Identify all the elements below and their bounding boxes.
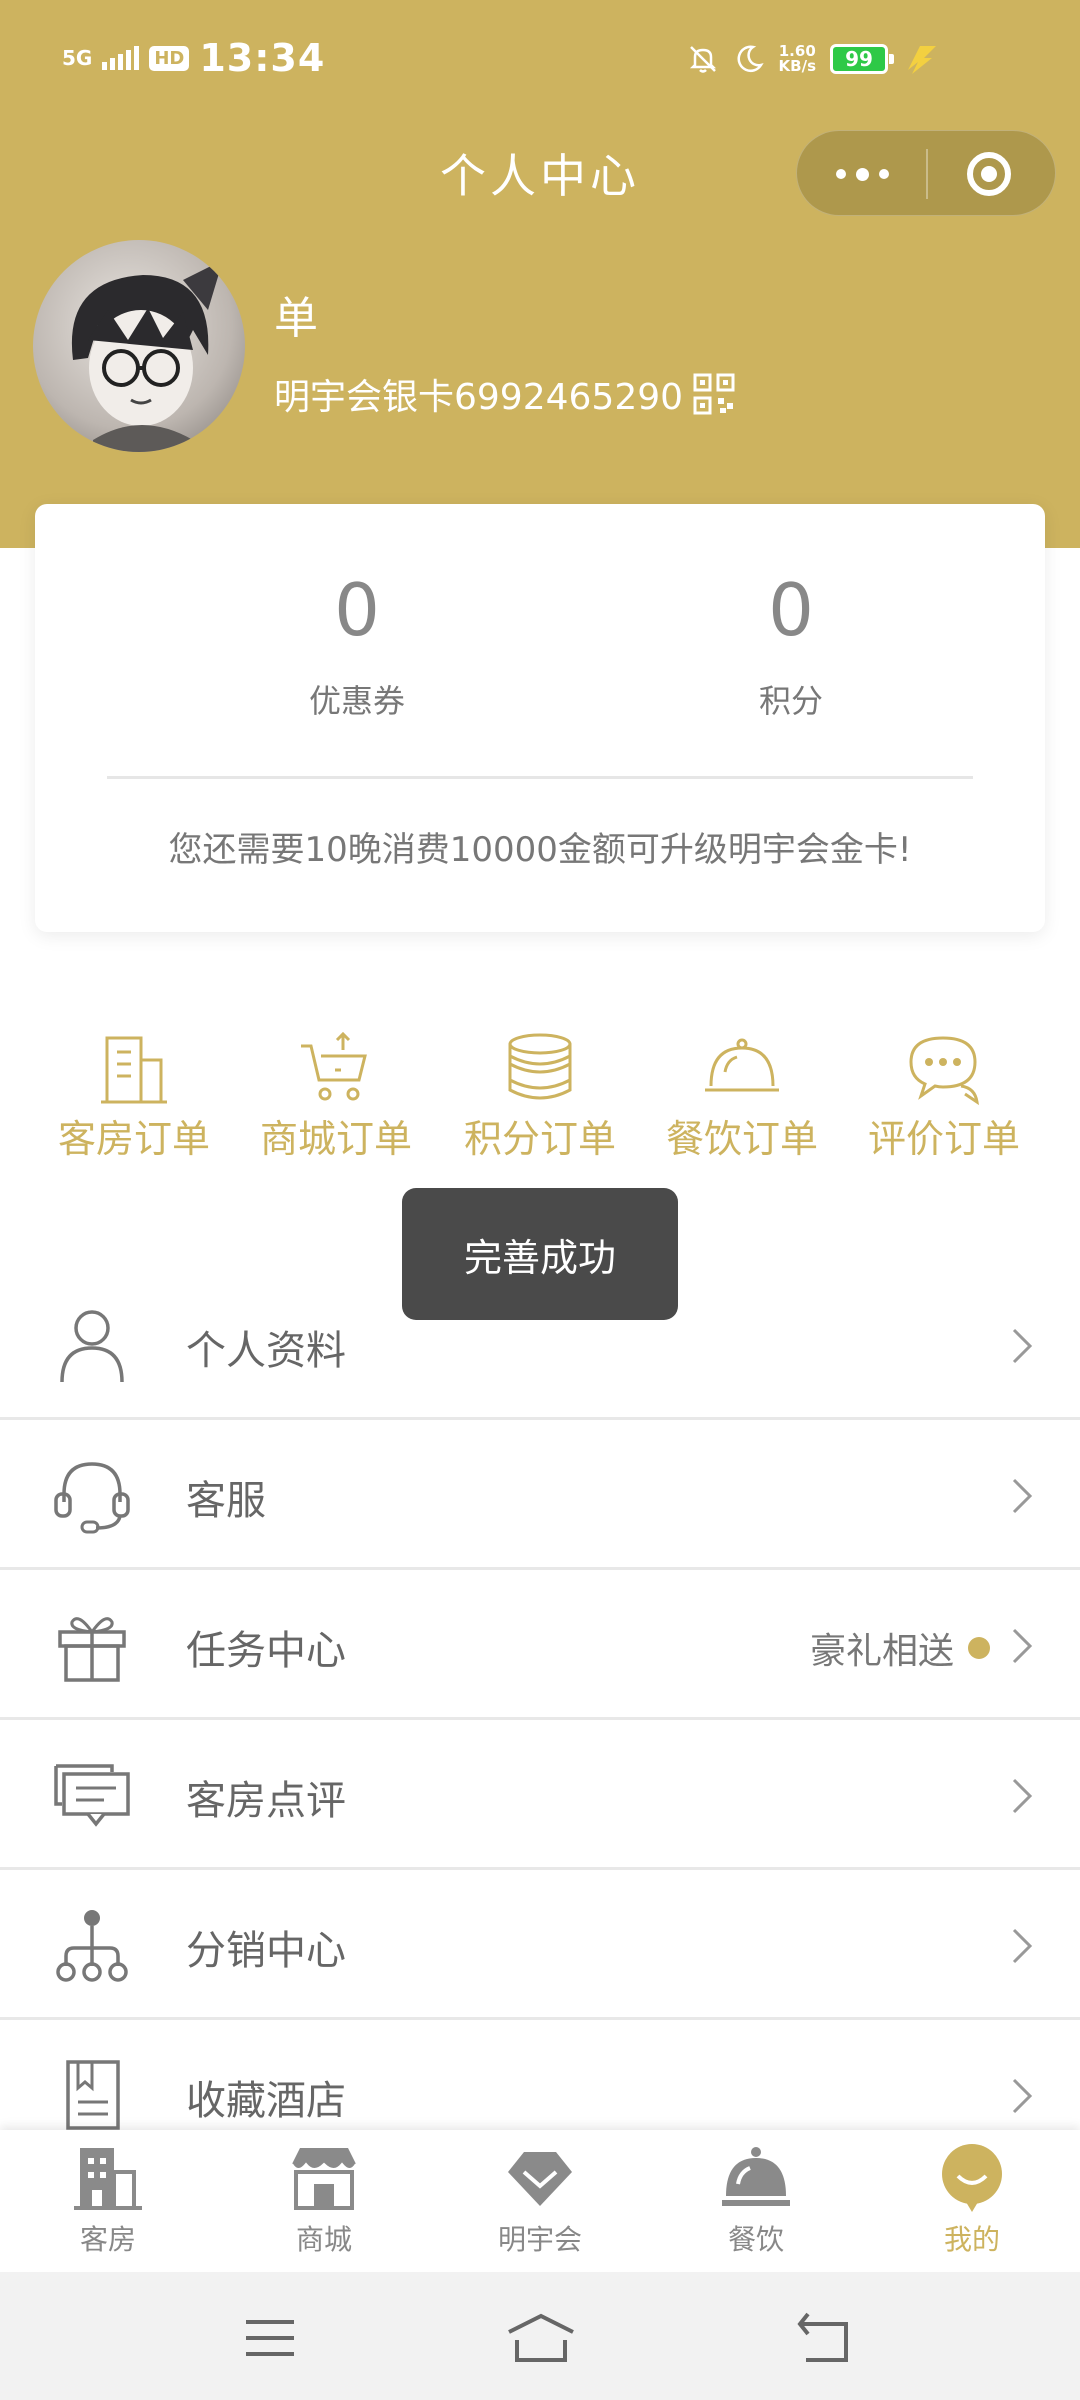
chevron-right-icon: [1012, 1928, 1033, 1964]
chevron-right-icon: [1012, 2078, 1033, 2114]
tab-rooms[interactable]: 客房: [0, 2142, 216, 2258]
cart-icon: [301, 1031, 367, 1101]
menu-label: 分销中心: [186, 1928, 346, 1974]
dining-icon: [722, 2147, 790, 2206]
tab-label: 餐饮: [727, 2223, 784, 2256]
building-icon: [101, 1036, 167, 1104]
stats-divider: [107, 776, 973, 779]
status-time: 13:34: [199, 36, 326, 80]
chevron-right-icon: [1012, 1778, 1033, 1814]
coupons-label: 优惠券: [308, 682, 405, 720]
charging-bolt-icon: [908, 46, 936, 74]
moon-icon: [737, 45, 764, 72]
coupons-stat[interactable]: 0 优惠券: [207, 574, 507, 722]
headset-icon: [54, 1462, 130, 1534]
qr-code-icon[interactable]: [693, 373, 735, 415]
task-promo-text: 豪礼相送: [809, 1631, 954, 1672]
system-navigation-bar: [0, 2272, 1080, 2400]
tab-label: 我的: [943, 2223, 1000, 2256]
menu-label: 个人资料: [186, 1328, 346, 1374]
menu-item-customer-service[interactable]: 客服: [0, 1420, 1080, 1570]
member-card-text: 明宇会银卡6992465290: [274, 377, 684, 418]
battery-icon: 99: [830, 44, 894, 74]
chevron-right-icon: [1012, 1478, 1033, 1514]
network-type: 5G: [62, 46, 93, 70]
bottom-tab-bar: 客房 商城 明宇会 餐饮 我的: [0, 2130, 1080, 2272]
me-icon: [942, 2144, 1002, 2212]
member-card-line[interactable]: 明宇会银卡6992465290: [274, 368, 735, 420]
menu-item-distribution-center[interactable]: 分销中心: [0, 1870, 1080, 2020]
task-promo: 豪礼相送: [810, 1622, 990, 1674]
tab-label: 明宇会: [497, 2223, 582, 2256]
points-count: 0: [768, 568, 814, 652]
menu-label: 客房点评: [186, 1778, 346, 1824]
network-speed: 1.60 KB/s: [779, 44, 816, 74]
coupons-count: 0: [334, 568, 380, 652]
order-label: 餐饮订单: [665, 1117, 818, 1161]
points-stat[interactable]: 0 积分: [641, 574, 941, 722]
toast-message: 完善成功: [402, 1188, 678, 1320]
user-name: 单: [274, 293, 318, 344]
more-menu-button[interactable]: [797, 131, 927, 217]
chevron-right-icon: [1012, 1628, 1033, 1664]
chat-bubble-icon: [909, 1036, 979, 1106]
signal-icon: [102, 46, 140, 70]
tab-mall[interactable]: 商城: [216, 2142, 432, 2258]
status-right: 1.60 KB/s 99: [687, 40, 940, 78]
hd-badge: HD: [149, 45, 190, 71]
person-icon: [60, 1310, 124, 1383]
home-icon[interactable]: [505, 2310, 577, 2366]
menu-label: 收藏酒店: [186, 2078, 346, 2124]
tab-club[interactable]: 明宇会: [432, 2142, 648, 2258]
chevron-right-icon: [1012, 1328, 1033, 1364]
tab-me[interactable]: 我的: [864, 2142, 1080, 2258]
gift-icon: [58, 1617, 126, 1682]
miniprogram-capsule: [796, 130, 1056, 216]
bookmark-book-icon: [66, 2060, 120, 2130]
comments-icon: [54, 1764, 130, 1827]
capsule-divider: [926, 149, 928, 199]
order-label: 客房订单: [57, 1117, 210, 1161]
shop-icon: [291, 2148, 357, 2210]
avatar-illustration: [71, 260, 223, 452]
order-rooms[interactable]: 客房订单: [34, 1030, 234, 1163]
tab-dining[interactable]: 餐饮: [648, 2142, 864, 2258]
upgrade-hint: 您还需要10晚消费10000金额可升级明宇会金卡!: [168, 830, 912, 870]
tab-label: 商城: [295, 2223, 352, 2256]
mute-bell-icon: [689, 46, 716, 73]
points-label: 积分: [758, 682, 823, 720]
speed-unit: KB/s: [778, 57, 816, 75]
page: 5G HD 13:34 1.60 KB/s 99 个人中心 单 明宇会银卡699…: [0, 0, 1080, 2400]
menu-list: 个人资料 客服 任务中心 豪礼相送 客房点评 分销中心 收藏酒店: [0, 1270, 1080, 2170]
order-label: 积分订单: [463, 1117, 616, 1161]
order-label: 评价订单: [867, 1117, 1020, 1161]
close-miniprogram-button[interactable]: [967, 152, 1011, 196]
status-bar: 5G HD 13:34 1.60 KB/s 99: [0, 0, 1080, 120]
member-stats-card: 0 优惠券 0 积分 您还需要10晚消费10000金额可升级明宇会金卡!: [35, 504, 1045, 932]
menu-item-room-reviews[interactable]: 客房点评: [0, 1720, 1080, 1870]
tab-label: 客房: [79, 2223, 136, 2256]
back-icon[interactable]: [794, 2310, 854, 2366]
coins-icon: [508, 1033, 572, 1100]
notification-dot: [968, 1637, 990, 1659]
order-mall[interactable]: 商城订单: [236, 1030, 436, 1163]
order-points[interactable]: 积分订单: [440, 1030, 640, 1163]
avatar[interactable]: [33, 240, 245, 452]
order-dining[interactable]: 餐饮订单: [642, 1030, 842, 1163]
cloche-icon: [705, 1038, 779, 1092]
order-shortcuts: 客房订单 商城订单 积分订单 餐饮订单 评价订单: [0, 1030, 1080, 1170]
menu-item-task-center[interactable]: 任务中心 豪礼相送: [0, 1570, 1080, 1720]
menu-label: 任务中心: [186, 1628, 346, 1674]
order-reviews[interactable]: 评价订单: [844, 1030, 1044, 1163]
order-label: 商城订单: [259, 1117, 412, 1161]
network-icon: [56, 1910, 128, 1982]
status-left: 5G HD 13:34: [62, 36, 325, 80]
menu-recents-icon[interactable]: [240, 2310, 300, 2366]
hotel-icon: [74, 2148, 142, 2210]
menu-label: 客服: [186, 1478, 266, 1524]
diamond-icon: [508, 2152, 572, 2206]
